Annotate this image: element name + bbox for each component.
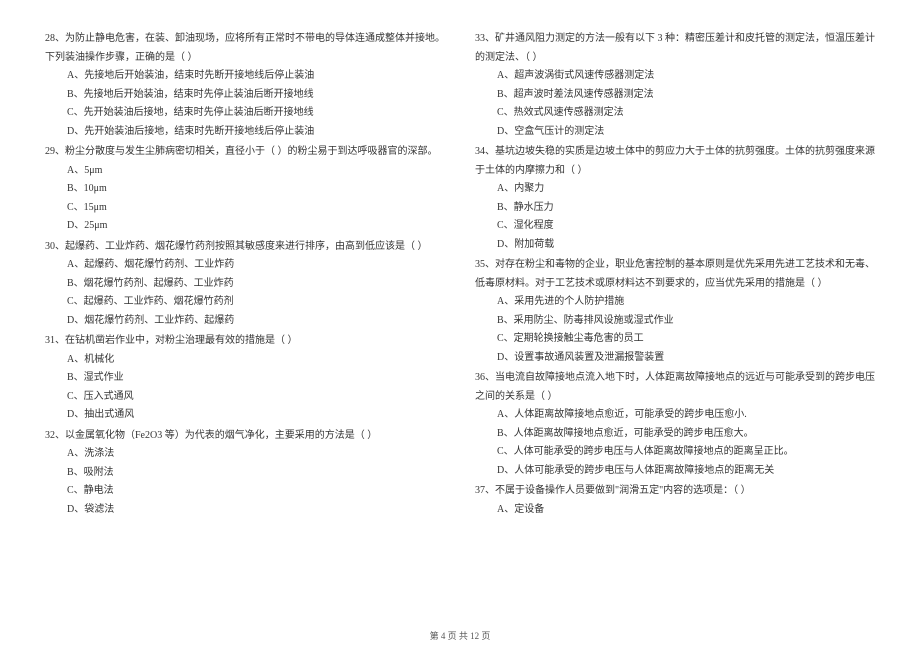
option-b: B、人体距离故障接地点愈近，可能承受的跨步电压愈大。	[497, 425, 875, 444]
question-options: A、人体距离故障接地点愈近，可能承受的跨步电压愈小. B、人体距离故障接地点愈近…	[475, 406, 875, 480]
option-c: C、热效式风速传感器测定法	[497, 104, 875, 123]
option-a: A、起爆药、烟花爆竹药剂、工业炸药	[67, 256, 445, 275]
question-options: A、洗涤法 B、吸附法 C、静电法 D、袋滤法	[45, 445, 445, 519]
option-d: D、袋滤法	[67, 501, 445, 520]
question-30: 30、起爆药、工业炸药、烟花爆竹药剂按照其敏感度来进行排序，由高到低应该是（ ）…	[45, 238, 445, 331]
option-d: D、抽出式通风	[67, 406, 445, 425]
question-31: 31、在钻机凿岩作业中，对粉尘治理最有效的措施是（ ） A、机械化 B、湿式作业…	[45, 332, 445, 425]
option-a: A、人体距离故障接地点愈近，可能承受的跨步电压愈小.	[497, 406, 875, 425]
page-footer: 第 4 页 共 12 页	[0, 629, 920, 642]
question-options: A、起爆药、烟花爆竹药剂、工业炸药 B、烟花爆竹药剂、起爆药、工业炸药 C、起爆…	[45, 256, 445, 330]
right-column: 33、矿井通风阻力测定的方法一般有以下 3 种：精密压差计和皮托管的测定法，恒温…	[475, 30, 875, 600]
option-b: B、先接地后开始装油，结束时先停止装油后断开接地线	[67, 86, 445, 105]
question-options: A、内聚力 B、静水压力 C、湿化程度 D、附加荷载	[475, 180, 875, 254]
option-d: D、设置事故通风装置及泄漏报警装置	[497, 349, 875, 368]
question-options: A、超声波涡街式风速传感器测定法 B、超声波时差法风速传感器测定法 C、热效式风…	[475, 67, 875, 141]
option-c: C、15μm	[67, 199, 445, 218]
question-options: A、5μm B、10μm C、15μm D、25μm	[45, 162, 445, 236]
option-c: C、人体可能承受的跨步电压与人体距离故障接地点的距离呈正比。	[497, 443, 875, 462]
option-a: A、采用先进的个人防护措施	[497, 293, 875, 312]
question-text: 29、粉尘分散度与发生尘肺病密切相关，直径小于（ ）的粉尘易于到达呼吸器官的深部…	[45, 143, 445, 162]
option-a: A、机械化	[67, 351, 445, 370]
option-a: A、超声波涡街式风速传感器测定法	[497, 67, 875, 86]
question-32: 32、以金属氧化物（Fe2O3 等）为代表的烟气净化，主要采用的方法是（ ） A…	[45, 427, 445, 520]
option-d: D、烟花爆竹药剂、工业炸药、起爆药	[67, 312, 445, 331]
question-options: A、定设备	[475, 501, 875, 520]
option-a: A、先接地后开始装油，结束时先断开接地线后停止装油	[67, 67, 445, 86]
option-a: A、定设备	[497, 501, 875, 520]
option-b: B、采用防尘、防毒排风设施或湿式作业	[497, 312, 875, 331]
question-options: A、采用先进的个人防护措施 B、采用防尘、防毒排风设施或湿式作业 C、定期轮换接…	[475, 293, 875, 367]
option-b: B、烟花爆竹药剂、起爆药、工业炸药	[67, 275, 445, 294]
option-b: B、吸附法	[67, 464, 445, 483]
question-37: 37、不属于设备操作人员要做到"润滑五定"内容的选项是：（ ） A、定设备	[475, 482, 875, 519]
question-35: 35、对存在粉尘和毒物的企业，职业危害控制的基本原则是优先采用先进工艺技术和无毒…	[475, 256, 875, 367]
option-b: B、湿式作业	[67, 369, 445, 388]
question-text: 32、以金属氧化物（Fe2O3 等）为代表的烟气净化，主要采用的方法是（ ）	[45, 427, 445, 446]
option-c: C、压入式通风	[67, 388, 445, 407]
question-text: 33、矿井通风阻力测定的方法一般有以下 3 种：精密压差计和皮托管的测定法，恒温…	[475, 30, 875, 67]
question-33: 33、矿井通风阻力测定的方法一般有以下 3 种：精密压差计和皮托管的测定法，恒温…	[475, 30, 875, 141]
question-text: 34、基坑边坡失稳的实质是边坡土体中的剪应力大于土体的抗剪强度。土体的抗剪强度来…	[475, 143, 875, 180]
question-29: 29、粉尘分散度与发生尘肺病密切相关，直径小于（ ）的粉尘易于到达呼吸器官的深部…	[45, 143, 445, 236]
question-28: 28、为防止静电危害，在装、卸油现场，应将所有正常时不带电的导体连通成整体并接地…	[45, 30, 445, 141]
option-c: C、起爆药、工业炸药、烟花爆竹药剂	[67, 293, 445, 312]
question-text: 35、对存在粉尘和毒物的企业，职业危害控制的基本原则是优先采用先进工艺技术和无毒…	[475, 256, 875, 293]
option-b: B、10μm	[67, 180, 445, 199]
option-d: D、附加荷载	[497, 236, 875, 255]
option-d: D、空盒气压计的测定法	[497, 123, 875, 142]
option-d: D、25μm	[67, 217, 445, 236]
option-c: C、湿化程度	[497, 217, 875, 236]
option-a: A、5μm	[67, 162, 445, 181]
option-d: D、人体可能承受的跨步电压与人体距离故障接地点的距离无关	[497, 462, 875, 481]
question-options: A、先接地后开始装油，结束时先断开接地线后停止装油 B、先接地后开始装油，结束时…	[45, 67, 445, 141]
page-content: 28、为防止静电危害，在装、卸油现场，应将所有正常时不带电的导体连通成整体并接地…	[0, 0, 920, 625]
question-text: 28、为防止静电危害，在装、卸油现场，应将所有正常时不带电的导体连通成整体并接地…	[45, 30, 445, 67]
question-options: A、机械化 B、湿式作业 C、压入式通风 D、抽出式通风	[45, 351, 445, 425]
option-d: D、先开始装油后接地，结束时先断开接地线后停止装油	[67, 123, 445, 142]
question-34: 34、基坑边坡失稳的实质是边坡土体中的剪应力大于土体的抗剪强度。土体的抗剪强度来…	[475, 143, 875, 254]
option-c: C、静电法	[67, 482, 445, 501]
question-36: 36、当电流自故障接地点流入地下时，人体距离故障接地点的远近与可能承受到的跨步电…	[475, 369, 875, 480]
question-text: 30、起爆药、工业炸药、烟花爆竹药剂按照其敏感度来进行排序，由高到低应该是（ ）	[45, 238, 445, 257]
option-a: A、内聚力	[497, 180, 875, 199]
option-a: A、洗涤法	[67, 445, 445, 464]
question-text: 37、不属于设备操作人员要做到"润滑五定"内容的选项是：（ ）	[475, 482, 875, 501]
option-c: C、定期轮换接触尘毒危害的员工	[497, 330, 875, 349]
option-c: C、先开始装油后接地，结束时先停止装油后断开接地线	[67, 104, 445, 123]
question-text: 31、在钻机凿岩作业中，对粉尘治理最有效的措施是（ ）	[45, 332, 445, 351]
option-b: B、静水压力	[497, 199, 875, 218]
option-b: B、超声波时差法风速传感器测定法	[497, 86, 875, 105]
left-column: 28、为防止静电危害，在装、卸油现场，应将所有正常时不带电的导体连通成整体并接地…	[45, 30, 445, 600]
question-text: 36、当电流自故障接地点流入地下时，人体距离故障接地点的远近与可能承受到的跨步电…	[475, 369, 875, 406]
